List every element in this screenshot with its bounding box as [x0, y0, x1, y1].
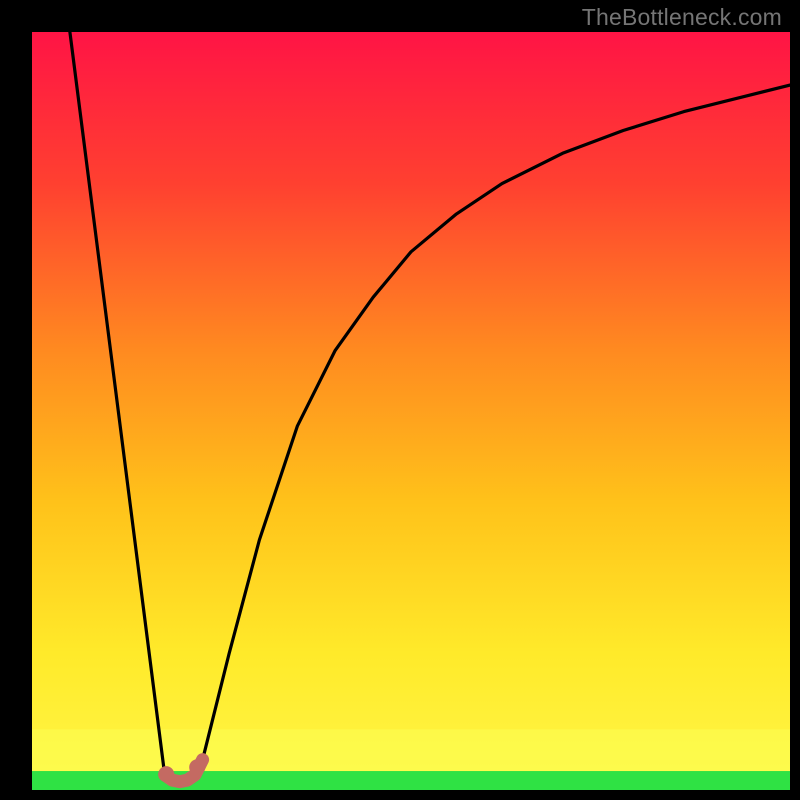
chart-svg	[32, 32, 790, 790]
chart-frame: TheBottleneck.com	[0, 0, 800, 800]
marker-right-knob	[189, 759, 205, 775]
marker-left-knob	[158, 766, 174, 782]
gradient-background	[32, 32, 790, 790]
green-band	[32, 771, 790, 790]
plot-area	[32, 32, 790, 790]
watermark-text: TheBottleneck.com	[582, 4, 782, 31]
yellow-band	[32, 729, 790, 771]
